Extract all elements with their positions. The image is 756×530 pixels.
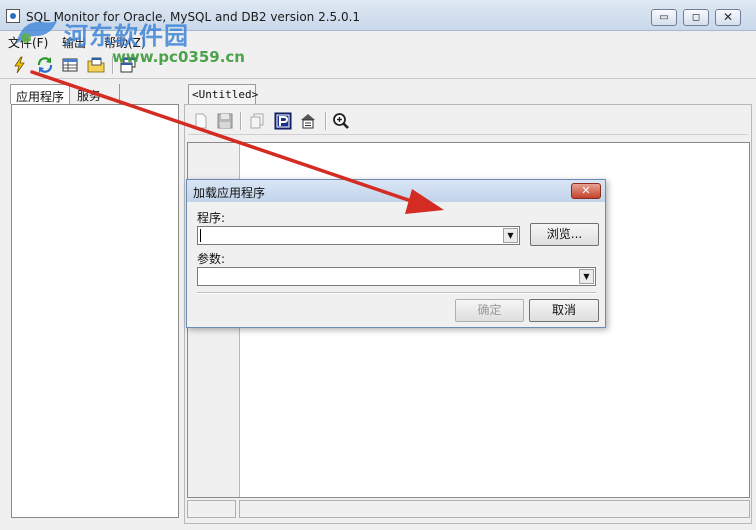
dialog-separator <box>197 292 596 294</box>
program-combobox[interactable]: ▼ <box>197 226 520 245</box>
params-label: 参数: <box>197 252 226 266</box>
new-document-icon[interactable] <box>191 111 211 131</box>
ok-button[interactable]: 确定 <box>455 299 524 322</box>
p-icon[interactable] <box>273 111 293 131</box>
table-icon[interactable] <box>60 55 80 75</box>
watermark-brand: 河东软件园 <box>64 22 189 50</box>
cancel-button[interactable]: 取消 <box>529 299 599 322</box>
export-icon[interactable] <box>298 111 318 131</box>
browse-button[interactable]: 浏览... <box>530 223 599 246</box>
zoom-icon[interactable] <box>331 111 351 131</box>
folder-icon[interactable] <box>86 55 106 75</box>
lightning-icon[interactable] <box>10 55 30 75</box>
editor-toolbar <box>188 108 748 135</box>
params-combobox[interactable]: ▼ <box>197 267 596 286</box>
copy-icon[interactable] <box>247 111 267 131</box>
text-caret <box>200 229 201 242</box>
refresh-icon[interactable] <box>35 55 55 75</box>
dialog-title: 加载应用程序 <box>193 186 266 200</box>
maximize-button[interactable]: ◻ <box>683 9 709 26</box>
status-cell-message <box>239 500 750 518</box>
program-label: 程序: <box>197 211 226 225</box>
minimize-button[interactable]: ▭ <box>651 9 677 26</box>
dialog-close-button[interactable]: ✕ <box>571 183 601 199</box>
close-button[interactable]: ✕ <box>715 9 741 26</box>
load-application-dialog: 加载应用程序 ✕ 程序: ▼ 浏览... 参数: ▼ 确定 取消 <box>186 179 606 328</box>
application-tree[interactable] <box>11 104 179 518</box>
watermark-url: www.pc0359.cn <box>112 48 245 66</box>
tab-untitled[interactable]: <Untitled> <box>188 84 258 104</box>
toolbar-separator <box>240 112 242 130</box>
tab-services[interactable]: 服务 <box>72 84 120 104</box>
dialog-title-bar[interactable]: 加载应用程序 ✕ <box>187 180 605 202</box>
watermark-logo-icon <box>16 18 58 44</box>
application-window: SQL Monitor for Oracle, MySQL and DB2 ve… <box>0 0 756 530</box>
toolbar-separator <box>325 112 327 130</box>
save-icon[interactable] <box>215 111 235 131</box>
status-bar <box>187 500 750 518</box>
chevron-down-icon[interactable]: ▼ <box>579 269 594 284</box>
status-cell-position <box>187 500 236 518</box>
tab-applications[interactable]: 应用程序 <box>10 84 70 104</box>
chevron-down-icon[interactable]: ▼ <box>503 228 518 243</box>
